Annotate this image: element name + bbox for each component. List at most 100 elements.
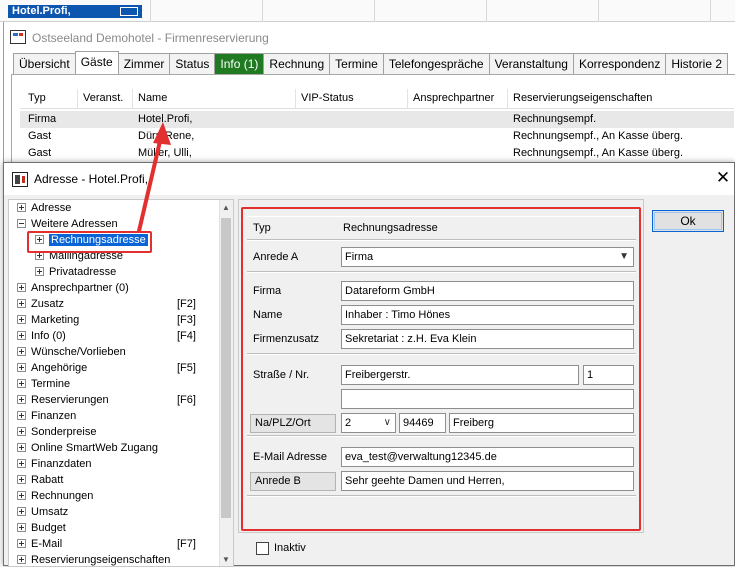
tree-item-angehoerige[interactable]: Angehörige [F5] — [17, 361, 217, 377]
selected-cell-text: Hotel.Profi, — [12, 5, 71, 17]
tree-expand-icon[interactable] — [17, 459, 26, 468]
tree-item-sonderpreise[interactable]: Sonderpreise — [17, 425, 96, 441]
tab-termine[interactable]: Termine — [329, 53, 384, 75]
tree-expand-icon[interactable] — [17, 331, 26, 340]
cell-typ: Firma — [28, 113, 57, 125]
tree-expand-icon[interactable] — [17, 427, 26, 436]
column-header-ansprechpartner[interactable]: Ansprechpartner — [413, 92, 494, 104]
tree-expand-icon[interactable] — [17, 507, 26, 516]
grid-line — [150, 0, 151, 22]
column-divider — [77, 89, 78, 109]
tree-expand-icon[interactable] — [17, 475, 26, 484]
tree-expand-icon[interactable] — [17, 203, 26, 212]
tree-item-wuensche-vorlieben[interactable]: Wünsche/Vorlieben — [17, 345, 126, 361]
tree-item-privatadresse[interactable]: Privatadresse — [35, 265, 116, 281]
scroll-down-icon[interactable]: ▼ — [222, 555, 230, 564]
tree-expand-icon[interactable] — [17, 443, 26, 452]
grid-line — [598, 0, 599, 22]
tab-historie[interactable]: Historie 2 — [665, 53, 729, 75]
grid-line — [374, 0, 375, 22]
tree-expand-icon[interactable] — [17, 315, 26, 324]
tree-item-adresse[interactable]: Adresse — [17, 201, 71, 217]
tree-item-reservierungseigenschaften[interactable]: Reservierungseigenschaften — [17, 553, 170, 566]
tree-expand-icon[interactable] — [17, 523, 26, 532]
list-row[interactable]: Firma Hotel.Profi, Rechnungsempf. — [20, 111, 734, 128]
tree-expand-icon[interactable] — [17, 395, 26, 404]
window-title: Ostseeland Demohotel - Firmenreservierun… — [32, 31, 269, 45]
checkbox-icon[interactable] — [256, 542, 269, 555]
column-header-veranst[interactable]: Veranst. — [83, 92, 123, 104]
column-header-vip-status[interactable]: VIP-Status — [301, 92, 354, 104]
cell-name: Hotel.Profi, — [138, 113, 193, 125]
scrollbar-thumb[interactable] — [221, 218, 231, 518]
tab-uebersicht[interactable]: Übersicht — [13, 53, 76, 75]
tab-rechnung[interactable]: Rechnung — [263, 53, 331, 75]
shortcut-key: [F6] — [177, 394, 196, 406]
tree-item-rabatt[interactable]: Rabatt — [17, 473, 63, 489]
column-header-name[interactable]: Name — [138, 92, 167, 104]
shortcut-key: [F7] — [177, 538, 196, 550]
tab-status[interactable]: Status — [169, 53, 216, 75]
tab-telefongespraeche[interactable]: Telefongespräche — [382, 53, 490, 75]
tree-item-rechnungen[interactable]: Rechnungen — [17, 489, 93, 505]
column-header-typ[interactable]: Typ — [28, 92, 46, 104]
list-header: Typ Veranst. Name VIP-Status Ansprechpar… — [20, 89, 734, 109]
tree-expand-icon[interactable] — [17, 555, 26, 564]
tree-item-budget[interactable]: Budget — [17, 521, 66, 537]
tree-expand-icon[interactable] — [17, 411, 26, 420]
tree-expand-icon[interactable] — [17, 299, 26, 308]
tree-expand-icon[interactable] — [17, 491, 26, 500]
tree-item-reservierungen[interactable]: Reservierungen [F6] — [17, 393, 217, 409]
scroll-up-icon[interactable]: ▲ — [222, 203, 230, 212]
tree-item-finanzen[interactable]: Finanzen — [17, 409, 76, 425]
tree-item-ansprechpartner[interactable]: Ansprechpartner (0) — [17, 281, 129, 297]
tree-item-umsatz[interactable]: Umsatz — [17, 505, 68, 521]
tree-expand-icon[interactable] — [17, 363, 26, 372]
tree-collapse-icon[interactable] — [17, 219, 26, 228]
navigation-tree: Adresse Weitere Adressen Rechnungsadress… — [8, 199, 234, 567]
cell-typ: Gast — [28, 147, 52, 159]
list-row[interactable]: Gast Dürr, Rene, Rechnungsempf., An Kass… — [20, 128, 734, 145]
tree-expand-icon[interactable] — [35, 267, 44, 276]
dialog-title: Adresse - Hotel.Profi, — [34, 172, 149, 186]
tree-item-marketing[interactable]: Marketing [F3] — [17, 313, 217, 329]
tab-zimmer[interactable]: Zimmer — [117, 53, 171, 75]
column-header-reservierungseigenschaften[interactable]: Reservierungseigenschaften — [513, 92, 652, 104]
tree-expand-icon[interactable] — [17, 379, 26, 388]
cell-marker-icon — [120, 7, 138, 16]
tab-gaeste[interactable]: Gäste — [74, 51, 119, 75]
list-row[interactable]: Gast Müller, Ulli, Rechnungsempf., An Ka… — [20, 145, 734, 162]
grid-line — [710, 0, 711, 22]
close-icon[interactable]: ✕ — [714, 169, 732, 187]
tree-item-info[interactable]: Info (0) [F4] — [17, 329, 217, 345]
tree-expand-icon[interactable] — [17, 539, 26, 548]
shortcut-key: [F3] — [177, 314, 196, 326]
tab-veranstaltung[interactable]: Veranstaltung — [488, 53, 574, 75]
ok-button[interactable]: Ok — [652, 210, 724, 232]
shortcut-key: [F4] — [177, 330, 196, 342]
tab-korrespondenz[interactable]: Korrespondenz — [572, 53, 667, 75]
tab-info[interactable]: Info (1) — [214, 53, 265, 75]
cell-name: Müller, Ulli, — [138, 147, 192, 159]
shortcut-key: [F2] — [177, 298, 196, 310]
inaktiv-label: Inaktiv — [274, 542, 306, 554]
shortcut-key: [F5] — [177, 362, 196, 374]
tree-item-termine[interactable]: Termine — [17, 377, 70, 393]
cell-name: Dürr, Rene, — [138, 130, 195, 142]
cell-eigenschaften: Rechnungsempf., An Kasse überg. — [513, 147, 683, 159]
tree-expand-icon[interactable] — [17, 347, 26, 356]
tree-expand-icon[interactable] — [17, 283, 26, 292]
tab-bar: Übersicht Gäste Zimmer Status Info (1) Rechnu… — [13, 51, 729, 75]
selected-cell[interactable]: Hotel.Profi, — [8, 5, 142, 18]
grid-line — [262, 0, 263, 22]
column-divider — [132, 89, 133, 109]
tree-item-zusatz[interactable]: Zusatz [F2] — [17, 297, 217, 313]
column-divider — [407, 89, 408, 109]
tree-item-online-smartweb-zugang[interactable]: Online SmartWeb Zugang — [17, 441, 158, 457]
tree-item-finanzdaten[interactable]: Finanzdaten — [17, 457, 92, 473]
cell-eigenschaften: Rechnungsempf. — [513, 113, 597, 125]
tree-item-email[interactable]: E-Mail [F7] — [17, 537, 217, 553]
column-divider — [295, 89, 296, 109]
address-icon — [12, 172, 28, 187]
cell-eigenschaften: Rechnungsempf., An Kasse überg. — [513, 130, 683, 142]
